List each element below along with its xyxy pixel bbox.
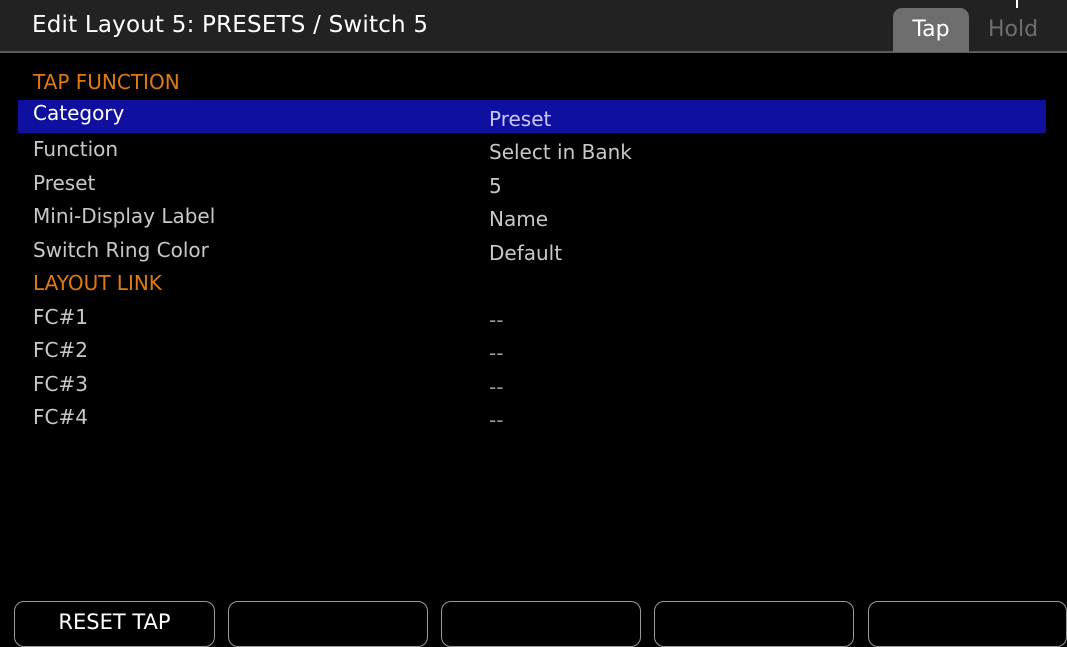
softkey-bar: RESET TAP: [0, 601, 1067, 647]
param-label: Function: [33, 137, 119, 161]
param-row-switch-ring-color[interactable]: Switch Ring Color Default: [18, 234, 1046, 268]
param-value[interactable]: 5: [489, 170, 502, 203]
section-label: LAYOUT LINK: [33, 271, 162, 295]
header-marker: [1016, 0, 1018, 8]
softkey-5[interactable]: [868, 601, 1067, 647]
param-row-function[interactable]: Function Select in Bank: [18, 133, 1046, 167]
param-label: FC#1: [33, 304, 88, 329]
param-row-fc4[interactable]: FC#4 --: [18, 401, 1046, 435]
param-row-preset[interactable]: Preset 5: [18, 167, 1046, 201]
param-value[interactable]: --: [489, 404, 503, 437]
param-value[interactable]: --: [489, 337, 503, 370]
param-row-mini-display-label[interactable]: Mini-Display Label Name: [18, 200, 1046, 234]
param-value[interactable]: Default: [489, 237, 562, 270]
param-label: FC#4: [33, 405, 88, 429]
param-label: FC#2: [33, 338, 88, 362]
section-header-tap-function: TAP FUNCTION: [18, 66, 1046, 100]
header-bar: Edit Layout 5: PRESETS / Switch 5 Tap Ho…: [0, 0, 1067, 53]
softkey-reset-tap[interactable]: RESET TAP: [14, 601, 215, 647]
param-value[interactable]: --: [489, 371, 503, 404]
softkey-3[interactable]: [441, 601, 641, 647]
param-row-category[interactable]: Category Preset: [18, 99, 1046, 136]
tab-hold[interactable]: Hold: [973, 8, 1053, 52]
param-label: Mini-Display Label: [33, 204, 216, 228]
page-title: Edit Layout 5: PRESETS / Switch 5: [32, 12, 429, 38]
param-label: FC#3: [33, 371, 88, 396]
param-label: Preset: [33, 170, 96, 195]
param-row-fc3[interactable]: FC#3 --: [18, 368, 1046, 402]
param-value[interactable]: --: [489, 304, 503, 337]
parameter-list: TAP FUNCTION Category Preset Function Se…: [18, 66, 1046, 435]
param-row-fc1[interactable]: FC#1 --: [18, 301, 1046, 335]
tab-tap[interactable]: Tap: [893, 8, 969, 52]
softkey-2[interactable]: [228, 601, 428, 647]
param-label: Switch Ring Color: [33, 237, 209, 262]
param-value[interactable]: Preset: [489, 103, 551, 136]
section-label: TAP FUNCTION: [33, 70, 180, 94]
softkey-4[interactable]: [654, 601, 854, 647]
param-row-fc2[interactable]: FC#2 --: [18, 334, 1046, 368]
param-value[interactable]: Name: [489, 203, 548, 236]
param-value[interactable]: Select in Bank: [489, 136, 632, 169]
param-label: Category: [33, 100, 125, 125]
section-header-layout-link: LAYOUT LINK: [18, 267, 1046, 301]
